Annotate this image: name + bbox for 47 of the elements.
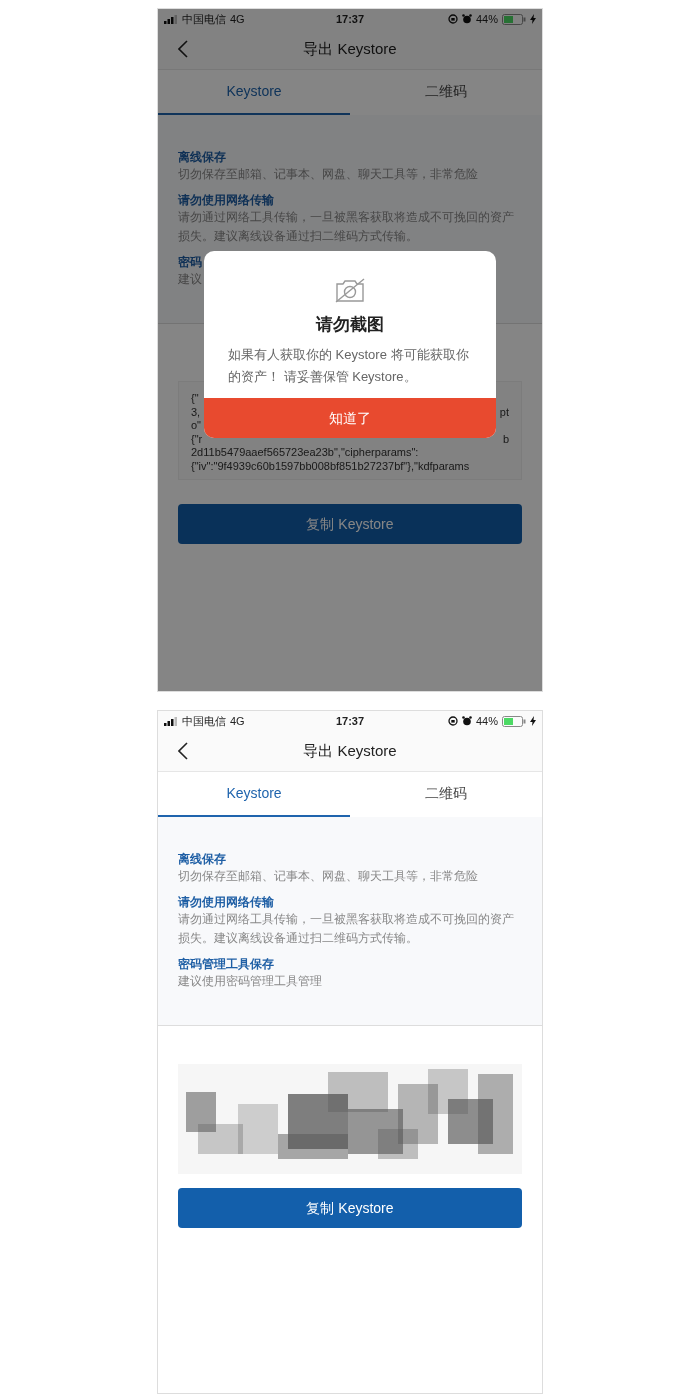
battery-percent: 44% [476, 715, 498, 727]
tip-text: 切勿保存至邮箱、记事本、网盘、聊天工具等，非常危险 [178, 868, 479, 885]
charging-icon [530, 716, 536, 726]
alarm-icon [462, 716, 472, 726]
tab[interactable]: 二维码 [350, 772, 542, 817]
battery-percent: 44% [476, 13, 498, 25]
tip-title: 请勿使用网络传输 [178, 894, 275, 910]
tip-title: 离线保存 [178, 851, 227, 867]
keystore-text: {"r [191, 432, 203, 446]
tip-title: 密码管理工具保存 [178, 956, 275, 972]
dialog-message: 如果有人获取你的 Keystore 将可能获取你的资产！ 请妥善保管 Keystore。 [228, 346, 470, 386]
keystore-text: pt [499, 405, 509, 419]
keystore-text: o" [191, 419, 202, 433]
no-camera-icon [334, 277, 366, 303]
carrier-name: 中国电信 [182, 11, 226, 27]
keystore-text: 3, [191, 405, 201, 419]
dialog-title: 请勿截图 [316, 314, 384, 336]
keystore-text: {"iv":"9f4939c60b1597bb008bf851b27237bf"},"kdfparams [191, 459, 470, 473]
clock-time: 17:37 [335, 13, 365, 25]
keystore-text: b [502, 432, 509, 446]
confirm-button[interactable]: 知道了 [204, 398, 496, 438]
tab[interactable]: 二维码 [350, 70, 542, 115]
keystore-text: {" [191, 392, 199, 406]
back-icon[interactable] [178, 742, 188, 760]
page-title: 导出 Keystore [303, 39, 397, 57]
tip-title: 请勿使用网络传输 [178, 192, 275, 208]
network-type: 4G [230, 13, 245, 25]
charging-icon [530, 14, 536, 24]
signal-icon [164, 716, 178, 726]
rotation-lock-icon [448, 716, 458, 726]
battery-icon [502, 13, 526, 25]
tip-text: 请勿通过网络工具传输，一旦被黑客获取将造成不可挽回的资产损失。建议离线设备通过扫二维码方式传输。 [178, 911, 514, 947]
keystore-text: 2d11b5479aaef565723ea23b","cipherparams": [191, 446, 419, 460]
battery-icon [502, 715, 526, 727]
page-title: 导出 Keystore [303, 741, 397, 759]
copy-button[interactable]: 复制 Keystore [178, 504, 522, 544]
rotation-lock-icon [448, 14, 458, 24]
tip-text: 建议 [178, 271, 203, 288]
copy-button[interactable]: 复制 Keystore [178, 1188, 522, 1228]
clock-time: 17:37 [335, 715, 365, 727]
alarm-icon [462, 14, 472, 24]
tip-title: 密码 [178, 254, 203, 270]
tip-text: 建议使用密码管理工具管理 [178, 973, 323, 990]
carrier-name: 中国电信 [182, 713, 226, 729]
network-type: 4G [230, 715, 245, 727]
tip-title: 离线保存 [178, 149, 227, 165]
signal-icon [164, 14, 178, 24]
